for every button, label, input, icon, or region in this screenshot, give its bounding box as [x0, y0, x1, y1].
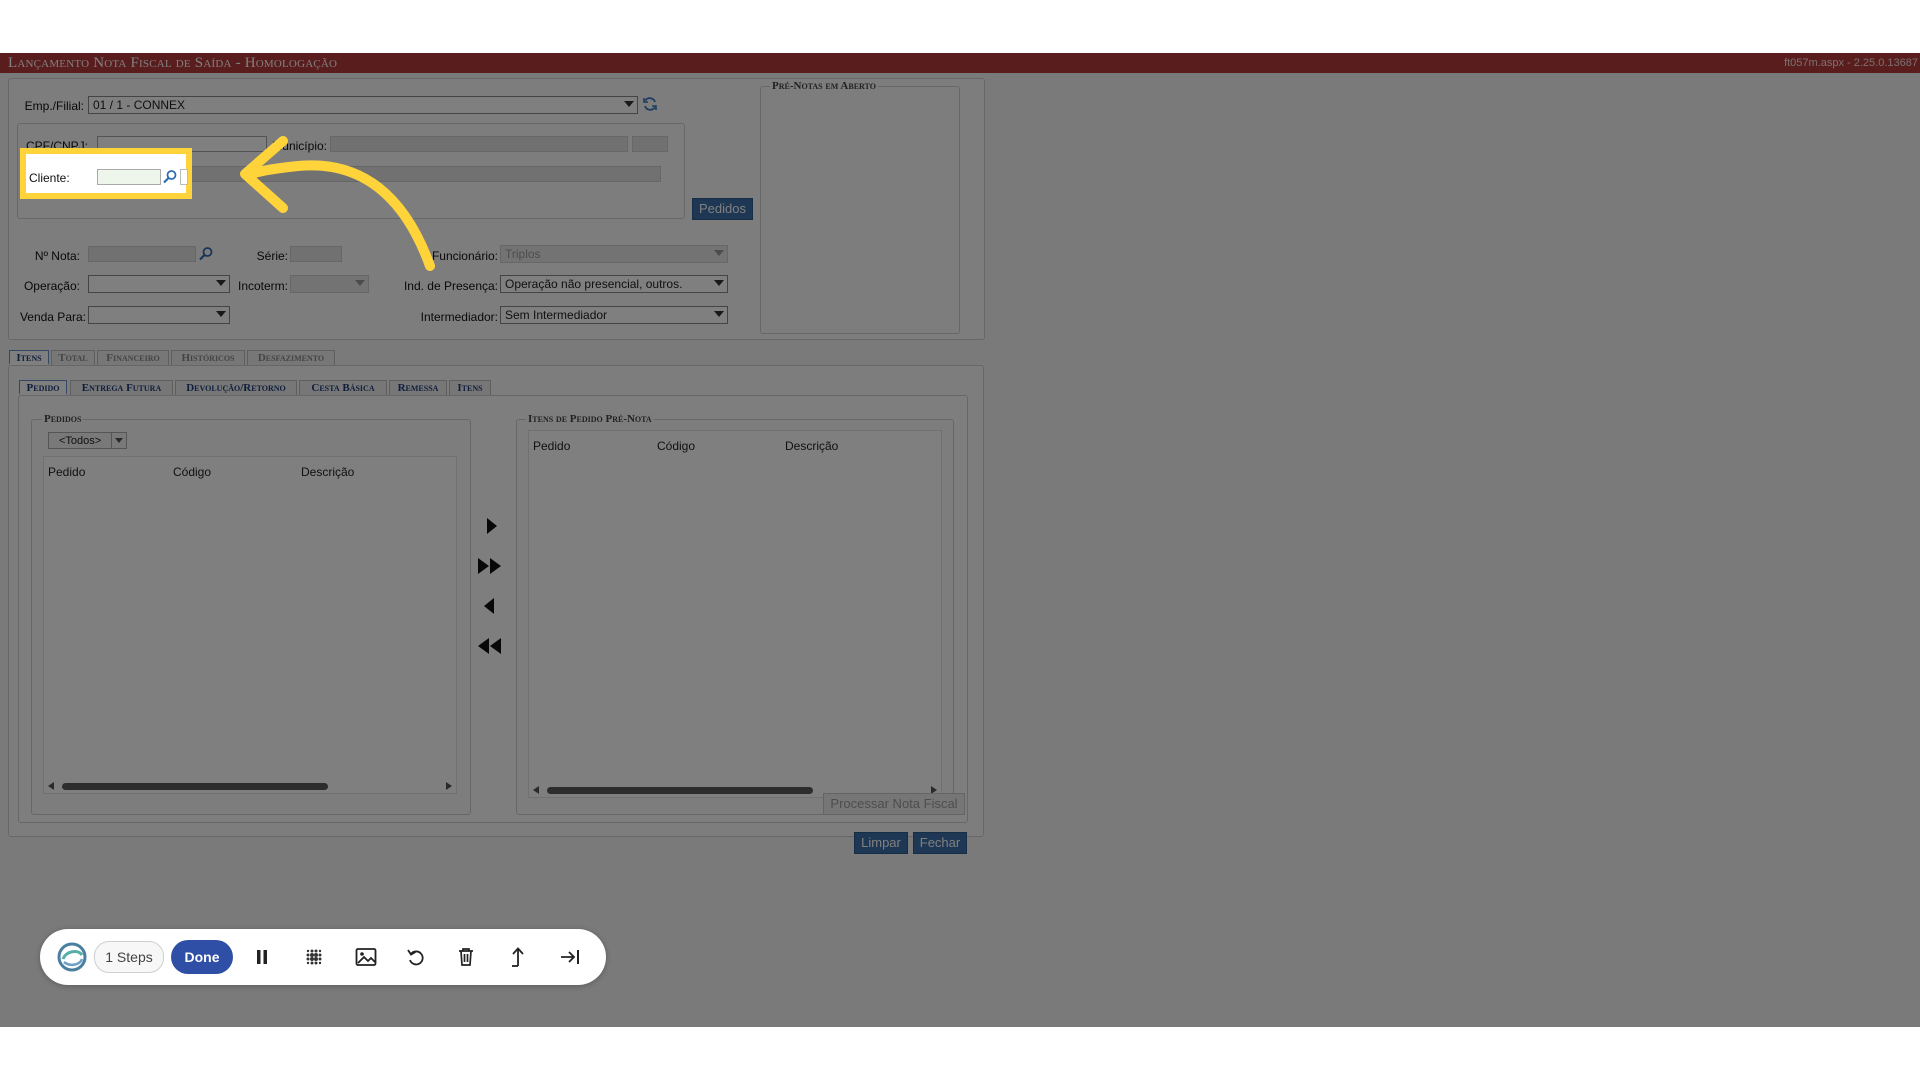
tab-historicos[interactable]: Históricos: [171, 350, 245, 365]
pedidos-grid: Pedido Código Descrição: [43, 456, 457, 794]
uf-input: [632, 136, 668, 152]
image-icon[interactable]: [346, 929, 386, 985]
venda-select[interactable]: [88, 306, 230, 324]
page-id: ft057m.aspx - 2.25.0.13687: [1784, 57, 1918, 69]
itens-prenota-legend: Itens de Pedido Pré-Nota: [526, 413, 654, 425]
chevron-down-icon: [714, 280, 724, 286]
subtab-cesta-basica[interactable]: Cesta Básica: [299, 380, 387, 395]
col-descricao: Descrição: [785, 439, 839, 453]
pedidos-hscroll[interactable]: [44, 781, 456, 791]
pedidos-legend: Pedidos: [42, 413, 84, 425]
tab-financeiro[interactable]: Financeiro: [97, 350, 169, 365]
chevron-down-icon: [624, 101, 634, 107]
chevron-down-icon: [216, 311, 226, 317]
done-button-wrap: Done: [168, 929, 236, 985]
funcionario-value: Triplos: [505, 247, 541, 261]
export-icon[interactable]: [498, 929, 538, 985]
fechar-button[interactable]: Fechar: [913, 832, 967, 854]
blur-icon[interactable]: [294, 929, 334, 985]
funcionario-select: Triplos: [500, 245, 728, 263]
subtab-entrega-futura[interactable]: Entrega Futura: [70, 380, 173, 395]
itens-grid: Pedido Código Descrição: [528, 430, 942, 798]
ind-presenca-select[interactable]: Operação não presencial, outros.: [500, 275, 728, 293]
tab-desfazimento[interactable]: Desfazimento: [247, 350, 335, 365]
subtab-itens[interactable]: Itens: [449, 380, 491, 395]
prenotas-legend: Pré-Notas em Aberto: [770, 80, 878, 92]
subtab-devolucao-retorno[interactable]: Devolução/Retorno: [175, 380, 297, 395]
steps-badge: 1 Steps: [92, 929, 166, 985]
scroll-thumb[interactable]: [547, 787, 813, 794]
subtab-remessa[interactable]: Remessa: [389, 380, 447, 395]
move-right-icon[interactable]: [484, 517, 500, 535]
steps-count: 1 Steps: [94, 941, 164, 973]
pedidos-filter-value: <Todos>: [59, 435, 102, 447]
trash-icon[interactable]: [446, 929, 486, 985]
intermediador-value: Sem Intermediador: [505, 308, 608, 322]
recorder-toolbar: 1 Steps Done: [40, 929, 606, 985]
tab-itens[interactable]: Itens: [9, 350, 49, 365]
pedidos-button[interactable]: Pedidos: [692, 198, 753, 220]
prenotas-panel: [760, 86, 960, 334]
arrow-pointer-icon: [240, 136, 435, 271]
chevron-down-icon: [714, 250, 724, 256]
scroll-left-icon[interactable]: [533, 786, 539, 794]
app-stage: Lançamento Nota Fiscal de Saída - Homolo…: [0, 53, 1920, 1027]
pause-icon[interactable]: [242, 929, 282, 985]
col-descricao: Descrição: [301, 465, 355, 479]
move-all-left-icon[interactable]: [477, 637, 503, 655]
col-pedido: Pedido: [48, 465, 86, 479]
col-pedido: Pedido: [533, 439, 571, 453]
refresh-icon[interactable]: [642, 96, 658, 112]
undo-icon[interactable]: [396, 929, 436, 985]
col-codigo: Código: [173, 465, 212, 479]
scroll-right-icon[interactable]: [446, 782, 452, 790]
intermediador-select[interactable]: Sem Intermediador: [500, 306, 728, 324]
chevron-down-icon: [111, 433, 126, 448]
pedidos-filter[interactable]: <Todos>: [48, 432, 127, 449]
ind-presenca-value: Operação não presencial, outros.: [505, 277, 683, 291]
logo-icon[interactable]: [50, 929, 94, 985]
skip-end-icon[interactable]: [550, 929, 590, 985]
venda-label: Venda Para:: [19, 310, 86, 324]
scroll-left-icon[interactable]: [48, 782, 54, 790]
subtab-pedido[interactable]: Pedido: [19, 380, 67, 395]
scroll-thumb[interactable]: [62, 783, 328, 790]
limpar-button[interactable]: Limpar: [854, 832, 908, 854]
intermediador-label: Intermediador:: [420, 310, 498, 324]
chevron-down-icon: [714, 311, 724, 317]
col-codigo: Código: [657, 439, 696, 453]
tab-total[interactable]: Total: [51, 350, 95, 365]
processar-button[interactable]: Processar Nota Fiscal: [823, 793, 965, 815]
done-button[interactable]: Done: [171, 940, 233, 974]
move-all-right-icon[interactable]: [477, 557, 503, 575]
move-left-icon[interactable]: [481, 597, 497, 615]
